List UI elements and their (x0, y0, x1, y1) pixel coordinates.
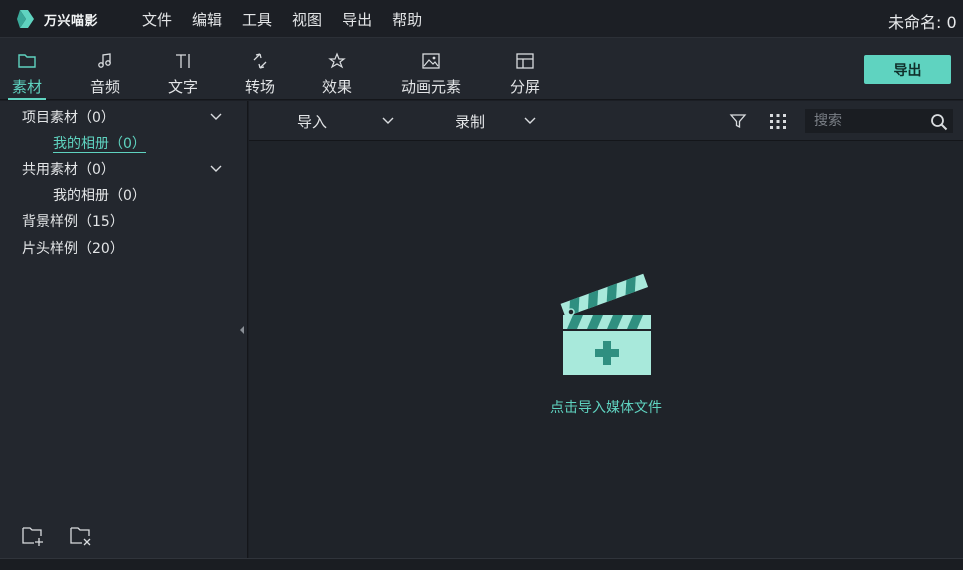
app-name: 万兴喵影 (44, 13, 99, 29)
tree-item-label: 背景样例（15） (22, 214, 124, 230)
tab-label: 文字 (167, 78, 198, 96)
media-content-area: 导入 录制 搜索 点击导入媒体文件 (249, 101, 963, 558)
tab-text[interactable]: 文字 (164, 38, 202, 100)
tab-label: 动画元素 (400, 78, 461, 96)
text-icon (176, 54, 190, 68)
tab-label: 转场 (244, 78, 275, 96)
tab-label: 音频 (89, 78, 120, 96)
app-logo-icon (17, 10, 34, 28)
tree-item-background-samples[interactable]: 背景样例（15） (22, 210, 124, 232)
main-menu: 文件 编辑 工具 视图 导出 帮助 (142, 0, 442, 38)
app-logo: 万兴喵影 (16, 6, 98, 32)
tree-item-intro-samples[interactable]: 片头样例（20） (22, 237, 124, 259)
chevron-down-icon[interactable] (209, 112, 223, 122)
collapse-panel-icon[interactable] (238, 323, 246, 337)
transition-icon (253, 53, 267, 69)
tree-item-shared-album[interactable]: 我的相册（0） (53, 184, 146, 206)
tab-label: 分屏 (509, 78, 540, 96)
import-dropdown[interactable]: 导入 (297, 111, 395, 131)
music-note-icon (98, 53, 111, 68)
tool-tabs: 素材 音频 文字 转场 效果 动画元素 分屏 导出 (0, 38, 963, 100)
tab-effects[interactable]: 效果 (318, 38, 356, 100)
grid-view-icon[interactable] (769, 112, 787, 130)
search-input[interactable] (806, 110, 924, 132)
tab-animated-elements[interactable]: 动画元素 (398, 38, 464, 100)
media-toolbar: 导入 录制 (249, 101, 963, 141)
chevron-down-icon (524, 117, 536, 124)
import-media-hint[interactable]: 点击导入媒体文件 (539, 397, 673, 417)
search-box (805, 109, 953, 133)
tab-media[interactable]: 素材 (8, 38, 46, 100)
tree-item-project-media[interactable]: 项目素材（0） (22, 106, 115, 128)
menu-help[interactable]: 帮助 (392, 9, 422, 30)
tree-item-label: 我的相册（0） (53, 135, 146, 152)
record-dropdown[interactable]: 录制 (455, 111, 537, 131)
tab-transitions[interactable]: 转场 (241, 38, 279, 100)
menu-bar: 万兴喵影 文件 编辑 工具 视图 导出 帮助 未命名: 0 (0, 0, 963, 38)
tab-label: 效果 (321, 78, 352, 96)
clapperboard-add-icon (560, 273, 651, 375)
chevron-down-icon[interactable] (209, 164, 223, 174)
record-label: 录制 (455, 112, 486, 131)
tab-split-screen[interactable]: 分屏 (506, 38, 544, 100)
tree-item-label: 片头样例（20） (22, 241, 124, 257)
tree-item-label: 我的相册（0） (53, 188, 146, 204)
split-screen-icon (516, 53, 534, 69)
menu-tools[interactable]: 工具 (242, 9, 272, 30)
tree-item-my-album[interactable]: 我的相册（0） (53, 133, 146, 153)
tab-audio[interactable]: 音频 (86, 38, 124, 100)
new-folder-icon[interactable] (20, 524, 46, 548)
tree-item-shared-media[interactable]: 共用素材（0） (22, 158, 115, 180)
active-tab-indicator (8, 98, 46, 100)
delete-folder-icon[interactable] (68, 524, 94, 548)
menu-file[interactable]: 文件 (142, 9, 172, 30)
menu-view[interactable]: 视图 (292, 9, 322, 30)
filter-icon[interactable] (729, 112, 747, 130)
project-title: 未命名: 0 (888, 13, 957, 32)
tree-item-label: 共用素材（0） (22, 162, 115, 178)
folder-icon (18, 54, 36, 68)
search-icon[interactable] (930, 113, 948, 131)
export-button[interactable]: 导出 (864, 55, 951, 84)
chevron-down-icon (382, 117, 394, 124)
status-strip (0, 558, 963, 570)
import-label: 导入 (297, 112, 328, 131)
image-icon (422, 53, 440, 69)
media-library-tree: 项目素材（0） 我的相册（0） 共用素材（0） 我的相册（0） 背景样例（15）… (0, 101, 248, 558)
import-drop-zone[interactable]: 点击导入媒体文件 (539, 273, 689, 423)
effects-icon (328, 52, 346, 69)
tab-label: 素材 (11, 78, 42, 96)
tree-item-label: 项目素材（0） (22, 110, 115, 126)
menu-edit[interactable]: 编辑 (192, 9, 222, 30)
menu-export[interactable]: 导出 (342, 9, 372, 30)
